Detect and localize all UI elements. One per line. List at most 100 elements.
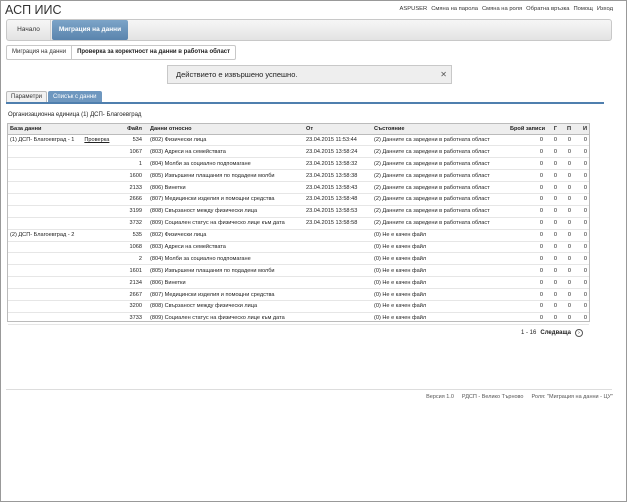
- main-nav: Начало Миграция на данни: [6, 19, 612, 41]
- cell-from-text: 23.04.2015 13:58:24: [306, 148, 358, 155]
- cell-count-text: 0: [539, 196, 543, 203]
- col-header-g[interactable]: Г: [545, 124, 559, 135]
- cell-state: (2) Данните са заредени в работната обла…: [372, 134, 508, 147]
- cell-db: (2) ДСП- Благоевград - 2: [8, 229, 116, 242]
- next-page-link[interactable]: Следваща: [540, 330, 571, 336]
- cell-g-text: 0: [553, 208, 557, 215]
- table-row: 1067 (803) Адреси на семействата 23.04.201…: [8, 145, 589, 159]
- cell-i-text: 0: [583, 232, 587, 239]
- table-row: 3200 (808) Свързаност между физически лиц…: [8, 300, 589, 313]
- user-name[interactable]: ASPUSER: [400, 6, 428, 12]
- cell-i-text: 0: [583, 279, 587, 286]
- nav-tab-data-migration[interactable]: Миграция на данни: [52, 20, 128, 40]
- footer-org: РДСП - Велико Търново: [461, 394, 524, 400]
- cell-db: [8, 145, 116, 159]
- cell-i-text: 0: [583, 160, 587, 167]
- col-header-p[interactable]: П: [559, 124, 573, 135]
- cell-state-text: (2) Данните са заредени в работната обла…: [374, 196, 490, 203]
- change-role-link[interactable]: Смяна на роля: [482, 6, 522, 12]
- cell-from: [304, 312, 372, 325]
- cell-state: (0) Не е качен файл: [372, 276, 508, 290]
- col-header-i[interactable]: И: [573, 124, 589, 135]
- cell-i: 0: [573, 252, 589, 266]
- table-row: 3732 (809) Социален статус на физическо л…: [8, 217, 589, 230]
- cell-data-text: (802) Физически лица: [150, 136, 207, 143]
- cell-p: 0: [559, 229, 573, 242]
- cell-i-text: 0: [583, 172, 587, 179]
- cell-g-text: 0: [553, 291, 557, 298]
- cell-db-text: (1) ДСП- Благоевград - 1: [10, 136, 75, 143]
- cell-from: 23.04.2015 13:58:32: [304, 157, 372, 171]
- col-header-state[interactable]: Състояние: [372, 124, 508, 135]
- cell-state: (2) Данните са заредени в работната обла…: [372, 217, 508, 230]
- table-row: (1) ДСП- Благоевград - 1 Проверка 534 (802)…: [8, 134, 589, 147]
- cell-file-text: 2666: [129, 196, 142, 203]
- cell-state-text: (2) Данните са заредени в работната обла…: [374, 160, 490, 167]
- feedback-link[interactable]: Обратна връзка: [526, 6, 569, 12]
- col-header-db[interactable]: База данни: [8, 124, 116, 135]
- cell-p-text: 0: [567, 255, 571, 262]
- table-header-row: База данни Файл Данни относно От Състоян…: [8, 124, 589, 135]
- footer-version: Версия 1.0: [426, 394, 454, 400]
- breadcrumb-data-migration[interactable]: Миграция на данни: [6, 45, 73, 60]
- cell-count: 0: [508, 193, 545, 206]
- footer-role: Роля: "Миграция на данни - ЦУ": [531, 394, 613, 400]
- cell-p-text: 0: [567, 220, 571, 227]
- change-password-link[interactable]: Смяна на парола: [431, 6, 478, 12]
- col-header-from[interactable]: От: [304, 124, 372, 135]
- cell-count-text: 0: [539, 160, 543, 167]
- cell-state-text: (0) Не е качен файл: [374, 315, 427, 322]
- cell-file-text: 534: [132, 136, 142, 143]
- cell-from: 23.04.2015 13:58:58: [304, 217, 372, 230]
- cell-p: 0: [559, 312, 573, 325]
- cell-state: (2) Данните са заредени в работната обла…: [372, 145, 508, 159]
- cell-g: 0: [545, 312, 559, 325]
- col-header-file[interactable]: Файл: [116, 124, 148, 135]
- cell-g: 0: [545, 157, 559, 171]
- table-row: 1068 (803) Адреси на семействата (0) Не е …: [8, 241, 589, 254]
- cell-p: 0: [559, 217, 573, 230]
- cell-g-text: 0: [553, 184, 557, 191]
- cell-state-text: (0) Не е качен файл: [374, 267, 427, 274]
- cell-db: [8, 217, 116, 230]
- col-header-data[interactable]: Данни относно: [148, 124, 304, 135]
- cell-data: (809) Социален статус на физическо лице …: [148, 312, 304, 325]
- cell-file-text: 2134: [129, 279, 142, 286]
- cell-count: 0: [508, 181, 545, 194]
- cell-count: 0: [508, 276, 545, 290]
- app-title: АСП ИИС: [5, 3, 62, 17]
- cell-file-text: 3200: [129, 303, 142, 310]
- chevron-right-icon[interactable]: ›: [575, 329, 583, 337]
- cell-db: [8, 312, 116, 325]
- cell-state-text: (0) Не е качен файл: [374, 243, 427, 250]
- table-row: 2133 (806) Винетки 23.04.2015 13:58:43 (2) …: [8, 181, 589, 194]
- cell-state-text: (0) Не е качен файл: [374, 291, 427, 298]
- logout-link[interactable]: Изход: [597, 6, 613, 12]
- cell-count: 0: [508, 229, 545, 242]
- cell-from: [304, 276, 372, 290]
- footer: Версия 1.0 РДСП - Велико Търново Роля: "…: [426, 394, 613, 400]
- cell-from: [304, 288, 372, 301]
- cell-i-text: 0: [583, 148, 587, 155]
- cell-file-text: 1: [138, 160, 142, 167]
- cell-from: [304, 229, 372, 242]
- cell-from-text: 23.04.2015 13:58:32: [306, 160, 358, 167]
- success-message-text: Действието е извършено успешно.: [176, 70, 298, 79]
- cell-p-text: 0: [567, 232, 571, 239]
- cell-state: (2) Данните са заредени в работната обла…: [372, 169, 508, 183]
- help-link[interactable]: Помощ: [573, 6, 592, 12]
- cell-count: 0: [508, 300, 545, 313]
- cell-data: (807) Медицински изделия и помощни средс…: [148, 193, 304, 206]
- cell-g-text: 0: [553, 160, 557, 167]
- col-header-count[interactable]: Брой записи: [508, 124, 545, 135]
- cell-g: 0: [545, 205, 559, 218]
- cell-file: 1067: [116, 145, 148, 159]
- cell-g: 0: [545, 252, 559, 266]
- cell-i-text: 0: [583, 243, 587, 250]
- check-link[interactable]: Проверка: [84, 137, 109, 143]
- close-icon[interactable]: ✕: [440, 66, 447, 83]
- nav-tab-start[interactable]: Начало: [7, 20, 51, 40]
- cell-g: 0: [545, 288, 559, 301]
- cell-data-text: (807) Медицински изделия и помощни средс…: [150, 196, 275, 203]
- cell-file: 2133: [116, 181, 148, 194]
